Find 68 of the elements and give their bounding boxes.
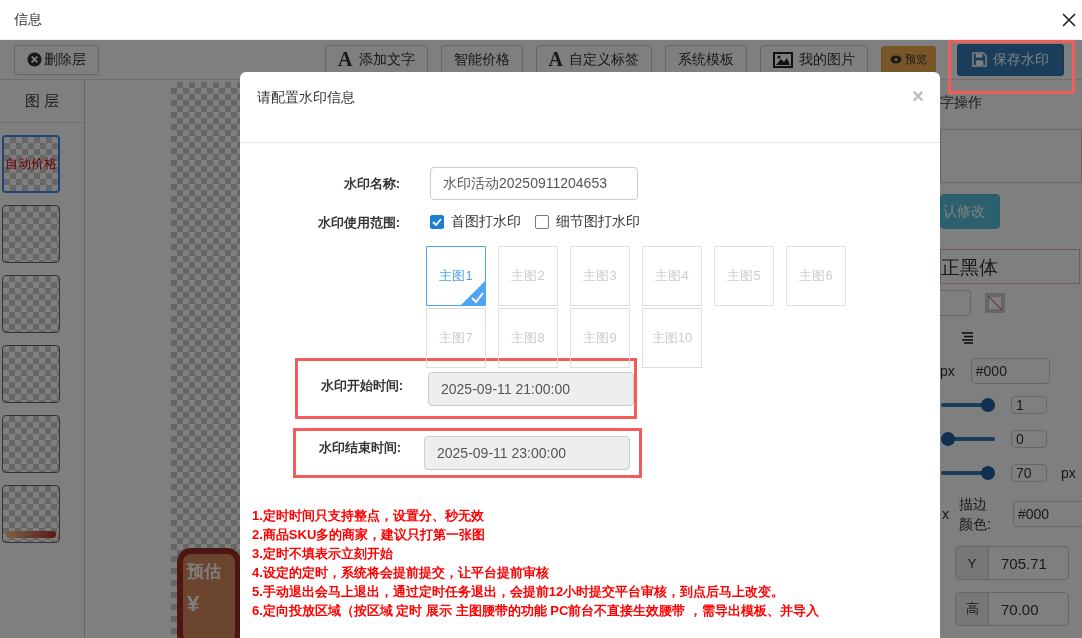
save-button[interactable]: 保存水印 [957,43,1064,76]
field-label: 水印开始时间: [319,376,403,395]
toolbar-button[interactable]: A 添加文字 [325,44,428,75]
image-icon [773,51,793,68]
section-title: 字操作 [940,94,982,112]
field-label: Y [956,547,989,579]
slider[interactable] [941,398,995,412]
save-icon [972,52,987,67]
font-select[interactable]: 正黑体 [940,249,1080,284]
eye-icon [890,55,902,64]
checkbox-option[interactable]: 首图打水印 [430,213,521,231]
toolbar-button[interactable]: 我的图片 [760,44,868,75]
align-icon[interactable] [960,332,974,344]
field-value: 70.00 [1000,599,1039,620]
color-field[interactable]: #000 [1013,501,1082,527]
field-label: 高 [956,593,989,625]
note-text: 5.手动退出会马上退出，通过定时任务退出，会提前12小时提交平台审核，到点后马上改变。 [252,583,786,601]
currency-sign: ¥ [187,591,200,617]
slider-thumb[interactable] [941,432,955,446]
slider-thumb[interactable] [981,398,995,412]
preview-button[interactable]: 预览 [881,45,936,74]
note-text: 1.定时时间只支持整点，设置分、秒无效 [252,507,485,525]
value-field[interactable]: 1 [1011,396,1047,414]
note-text: 4.设定的定时，系统将会提前提交，让平台提前审核 [252,564,550,582]
note-text: 6.定向投放区域（按区域 定时 展示 主图腰带的功能 PC前台不直接生效腰带 ，需导出模板、并导入 [252,602,820,620]
slider[interactable] [941,432,995,446]
panel-title: 图 层 [0,80,84,123]
checkbox[interactable] [535,215,549,229]
check-icon [461,281,485,305]
input-group[interactable]: 高 70.00 [955,592,1069,626]
checkbox-option[interactable]: 细节图打水印 [535,213,640,231]
slider[interactable] [941,466,995,480]
layer-thumbnail[interactable]: 自动价格 [2,135,60,193]
tag-title: 预估 [187,561,221,583]
unit-label: px [1061,465,1076,481]
note-text: 2.商品SKU多的商家，建议只打第一张图 [252,526,487,544]
layer-thumbnail[interactable] [2,485,60,543]
field-label: 水印使用范围: [316,214,400,232]
time-field[interactable]: 2025-09-11 21:00:00 [428,371,634,406]
field-label: 描边颜色: [959,495,992,534]
field-label: 水印名称: [342,174,400,193]
toolbar-button[interactable]: 系统模板 [665,44,747,75]
image-tile[interactable]: 主图1 [426,246,486,306]
toolbar-button[interactable]: A 自定义标签 [535,44,652,75]
color-field[interactable]: #000 [970,358,1050,384]
close-icon[interactable] [1062,12,1076,27]
field-value: 705.71 [1000,553,1047,574]
layer-thumbnail[interactable] [2,205,60,263]
delete-layer-button[interactable]: 删除层 [14,44,99,75]
input-group[interactable]: Y 705.71 [955,546,1069,580]
layer-thumbnail[interactable] [2,415,60,473]
field-label: 水印结束时间: [317,439,401,457]
value-field[interactable]: 70 [1011,464,1047,482]
layer-thumbnail[interactable] [2,345,60,403]
value-field[interactable]: 0 [1011,430,1047,448]
unit-label: px [940,363,955,379]
field-label: x [942,506,949,522]
remove-icon [27,52,42,67]
layer-thumbnail[interactable] [2,275,60,333]
toolbar-button[interactable]: 智能价格 [440,44,523,75]
window-title: 信息 [14,10,42,29]
note-text: 3.定时不填表示立刻开始 [252,545,394,563]
checkbox[interactable] [430,215,444,229]
name-field[interactable]: 水印活动20250911204653 [430,167,638,200]
no-color-icon[interactable] [985,293,1005,313]
slider-thumb[interactable] [981,466,995,480]
dialog-title: 请配置水印信息 [257,89,355,107]
time-field[interactable]: 2025-09-11 23:00:00 [424,436,630,470]
